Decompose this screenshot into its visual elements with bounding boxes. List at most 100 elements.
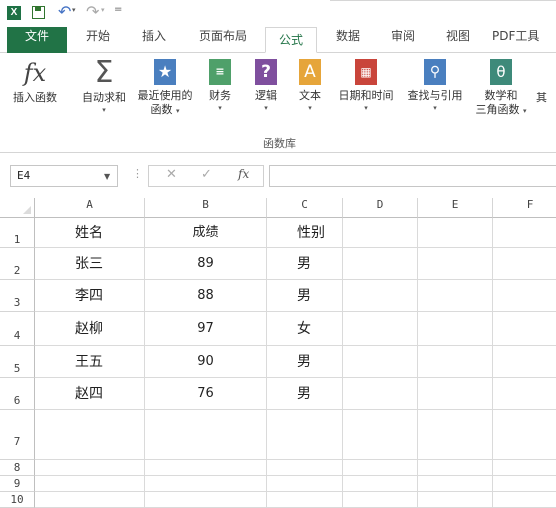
customize-quick-access-icon[interactable]: =: [114, 4, 122, 15]
cell-e1[interactable]: [418, 218, 493, 248]
cell-a1[interactable]: 姓名: [35, 218, 145, 248]
cell-b2[interactable]: 89: [145, 248, 267, 280]
cell-b9[interactable]: [145, 476, 267, 492]
text-button[interactable]: A 文本 ▾: [290, 53, 330, 113]
cell-e4[interactable]: [418, 312, 493, 346]
cell-c1[interactable]: 性别: [267, 218, 343, 248]
cell-e8[interactable]: [418, 460, 493, 476]
column-header-d[interactable]: D: [343, 198, 418, 218]
cell-f5[interactable]: [493, 346, 556, 378]
undo-icon[interactable]: ↶: [58, 2, 71, 21]
tab-pdf-tools[interactable]: PDF工具: [492, 27, 556, 53]
cell-b3[interactable]: 88: [145, 280, 267, 312]
math-trig-button[interactable]: θ 数学和 三角函数 ▾: [470, 53, 532, 117]
row-header-6[interactable]: 6: [0, 378, 35, 410]
tab-file[interactable]: 文件: [7, 27, 67, 53]
cell-f4[interactable]: [493, 312, 556, 346]
cell-f10[interactable]: [493, 492, 556, 508]
tab-insert[interactable]: 插入: [132, 27, 176, 53]
select-all-corner[interactable]: [0, 198, 35, 218]
formula-input[interactable]: [269, 165, 556, 187]
cell-e2[interactable]: [418, 248, 493, 280]
cell-b4[interactable]: 97: [145, 312, 267, 346]
cell-a7[interactable]: [35, 410, 145, 460]
redo-icon[interactable]: ↷: [86, 2, 99, 21]
tab-home[interactable]: 开始: [76, 27, 120, 53]
cell-e6[interactable]: [418, 378, 493, 410]
row-header-2[interactable]: 2: [0, 248, 35, 280]
logical-button[interactable]: ? 逻辑 ▾: [246, 53, 286, 113]
cell-c6[interactable]: 男: [267, 378, 343, 410]
cell-d7[interactable]: [343, 410, 418, 460]
row-header-7[interactable]: 7: [0, 410, 35, 460]
date-time-dropdown-icon[interactable]: ▾: [332, 103, 400, 113]
cell-a10[interactable]: [35, 492, 145, 508]
redo-dropdown-icon[interactable]: ▾: [101, 6, 105, 14]
cell-d2[interactable]: [343, 248, 418, 280]
cell-b7[interactable]: [145, 410, 267, 460]
tab-page-layout[interactable]: 页面布局: [190, 27, 256, 53]
cell-a3[interactable]: 李四: [35, 280, 145, 312]
cell-e9[interactable]: [418, 476, 493, 492]
cell-b6[interactable]: 76: [145, 378, 267, 410]
row-header-10[interactable]: 10: [0, 492, 35, 508]
cell-a8[interactable]: [35, 460, 145, 476]
cell-b10[interactable]: [145, 492, 267, 508]
tab-review[interactable]: 审阅: [381, 27, 425, 53]
row-header-8[interactable]: 8: [0, 460, 35, 476]
cell-d1[interactable]: [343, 218, 418, 248]
text-dropdown-icon[interactable]: ▾: [290, 103, 330, 113]
cell-f7[interactable]: [493, 410, 556, 460]
column-header-f[interactable]: F: [493, 198, 556, 218]
undo-dropdown-icon[interactable]: ▾: [72, 6, 76, 14]
cell-d3[interactable]: [343, 280, 418, 312]
cell-a5[interactable]: 王五: [35, 346, 145, 378]
cell-c10[interactable]: [267, 492, 343, 508]
enter-check-icon[interactable]: ✓: [201, 167, 212, 182]
autosum-dropdown-icon[interactable]: ▾: [76, 105, 132, 115]
tab-view[interactable]: 视图: [436, 27, 480, 53]
cell-b5[interactable]: 90: [145, 346, 267, 378]
name-box-dropdown-icon[interactable]: ▼: [104, 172, 110, 181]
financial-button[interactable]: ≡ 财务 ▾: [200, 53, 240, 113]
cancel-icon[interactable]: ✕: [166, 167, 177, 182]
more-functions-button[interactable]: 其: [536, 53, 556, 105]
cell-a9[interactable]: [35, 476, 145, 492]
recently-used-button[interactable]: ★ 最近使用的 函数 ▾: [132, 53, 198, 117]
financial-dropdown-icon[interactable]: ▾: [200, 103, 240, 113]
cell-e3[interactable]: [418, 280, 493, 312]
cell-d4[interactable]: [343, 312, 418, 346]
cell-f9[interactable]: [493, 476, 556, 492]
name-box[interactable]: E4: [10, 165, 118, 187]
cell-a4[interactable]: 赵柳: [35, 312, 145, 346]
cell-a2[interactable]: 张三: [35, 248, 145, 280]
column-header-a[interactable]: A: [35, 198, 145, 218]
row-header-9[interactable]: 9: [0, 476, 35, 492]
date-time-button[interactable]: ▦ 日期和时间 ▾: [332, 53, 400, 113]
formula-bar-splitter[interactable]: ⋮: [132, 167, 143, 180]
cell-e7[interactable]: [418, 410, 493, 460]
cell-a6[interactable]: 赵四: [35, 378, 145, 410]
cell-c9[interactable]: [267, 476, 343, 492]
lookup-reference-button[interactable]: ⚲ 查找与引用 ▾: [402, 53, 468, 113]
cell-c5[interactable]: 男: [267, 346, 343, 378]
cell-f1[interactable]: [493, 218, 556, 248]
column-header-e[interactable]: E: [418, 198, 493, 218]
cell-b8[interactable]: [145, 460, 267, 476]
cell-f3[interactable]: [493, 280, 556, 312]
insert-function-button[interactable]: fx 插入函数: [6, 53, 64, 105]
cell-d6[interactable]: [343, 378, 418, 410]
cell-c2[interactable]: 男: [267, 248, 343, 280]
cell-e10[interactable]: [418, 492, 493, 508]
column-header-c[interactable]: C: [267, 198, 343, 218]
cell-d9[interactable]: [343, 476, 418, 492]
row-header-5[interactable]: 5: [0, 346, 35, 378]
row-header-3[interactable]: 3: [0, 280, 35, 312]
cell-f2[interactable]: [493, 248, 556, 280]
cell-b1[interactable]: 成绩: [145, 218, 267, 248]
lookup-dropdown-icon[interactable]: ▾: [402, 103, 468, 113]
row-header-1[interactable]: 1: [0, 218, 35, 248]
cell-e5[interactable]: [418, 346, 493, 378]
cell-d8[interactable]: [343, 460, 418, 476]
cell-d5[interactable]: [343, 346, 418, 378]
